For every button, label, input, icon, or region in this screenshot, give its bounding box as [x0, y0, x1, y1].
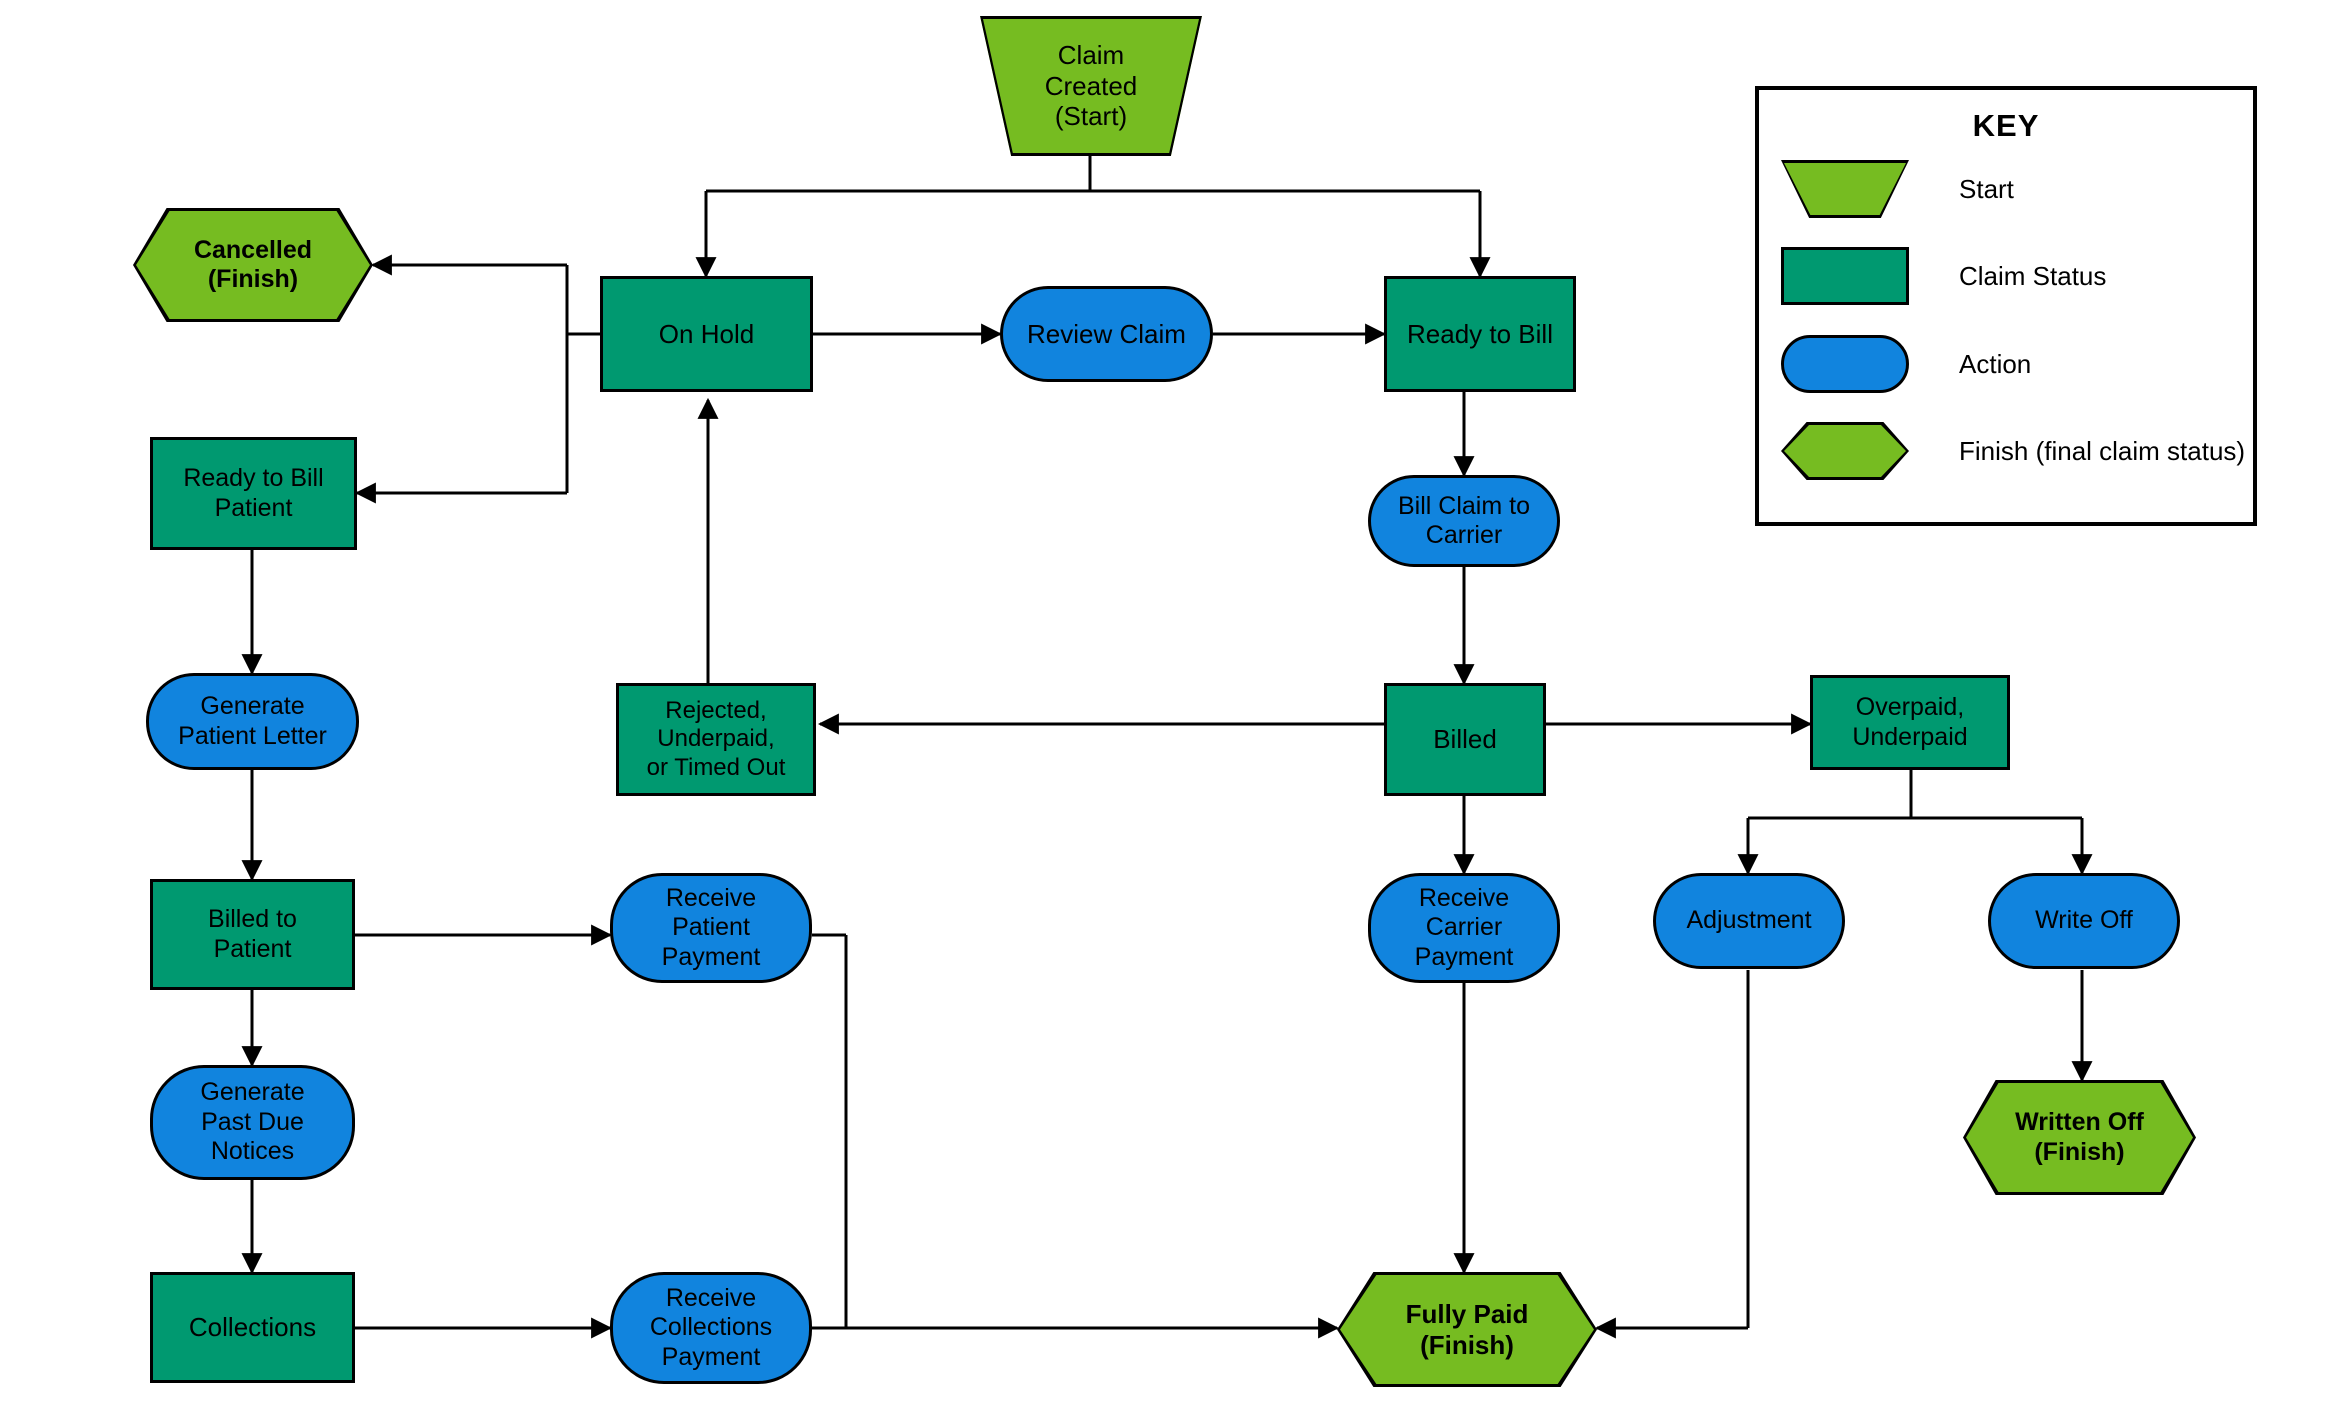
node-write-off-label: Write Off [2035, 906, 2133, 935]
node-claim-created[interactable]: Claim Created (Start) [980, 16, 1202, 156]
node-rejected-underpaid-timed-out[interactable]: Rejected, Underpaid, or Timed Out [616, 683, 816, 796]
node-receive-patient-payment-label: Receive Patient Payment [661, 883, 761, 971]
node-bill-claim-to-carrier-label: Bill Claim to Carrier [1398, 491, 1530, 550]
node-cancelled-label: Cancelled (Finish) [193, 235, 313, 294]
node-receive-collections-payment[interactable]: Receive Collections Payment [610, 1272, 812, 1384]
node-collections-label: Collections [188, 1312, 317, 1343]
legend-row-start: Start [1781, 158, 2241, 220]
legend-stadium-icon [1781, 335, 1909, 393]
legend-hexagon-icon [1781, 422, 1909, 480]
node-claim-created-label: Claim Created (Start) [1044, 39, 1138, 132]
legend-label-finish: Finish (final claim status) [1959, 435, 2246, 466]
node-generate-patient-letter-label: Generate Patient Letter [178, 692, 327, 750]
legend-rectangle-icon [1781, 247, 1909, 305]
node-collections[interactable]: Collections [150, 1272, 355, 1383]
node-rejected-underpaid-timed-out-label: Rejected, Underpaid, or Timed Out [646, 697, 786, 781]
legend-trapezoid-icon [1781, 160, 1909, 218]
node-ready-to-bill[interactable]: Ready to Bill [1384, 276, 1576, 392]
node-write-off[interactable]: Write Off [1988, 873, 2180, 969]
node-adjustment[interactable]: Adjustment [1653, 873, 1845, 969]
node-cancelled[interactable]: Cancelled (Finish) [133, 208, 373, 322]
node-review-claim-label: Review Claim [1027, 318, 1186, 349]
legend-title: KEY [1972, 108, 2040, 143]
legend-box: KEY Start Claim Status Action Finish (fi… [1755, 86, 2257, 526]
node-review-claim[interactable]: Review Claim [1000, 286, 1213, 382]
node-generate-past-due-notices-label: Generate Past Due Notices [200, 1078, 305, 1166]
node-adjustment-label: Adjustment [1686, 906, 1812, 935]
node-billed-to-patient-label: Billed to Patient [208, 905, 297, 963]
node-overpaid-underpaid[interactable]: Overpaid, Underpaid [1810, 675, 2010, 770]
legend-label-start: Start [1959, 173, 2014, 204]
node-generate-past-due-notices[interactable]: Generate Past Due Notices [150, 1065, 355, 1180]
node-receive-patient-payment[interactable]: Receive Patient Payment [610, 873, 812, 983]
node-fully-paid-label: Fully Paid (Finish) [1405, 1298, 1529, 1360]
node-receive-collections-payment-label: Receive Collections Payment [649, 1283, 773, 1371]
node-billed-label: Billed [1433, 724, 1497, 755]
node-written-off[interactable]: Written Off (Finish) [1963, 1080, 2196, 1195]
node-overpaid-underpaid-label: Overpaid, Underpaid [1852, 693, 1968, 751]
node-on-hold[interactable]: On Hold [600, 276, 813, 392]
node-ready-to-bill-label: Ready to Bill [1407, 318, 1553, 349]
flowchart-canvas: Claim Created (Start) Cancelled (Finish)… [0, 0, 2330, 1426]
node-on-hold-label: On Hold [658, 318, 755, 349]
node-generate-patient-letter[interactable]: Generate Patient Letter [146, 673, 359, 770]
legend-row-claim-status: Claim Status [1781, 245, 2241, 307]
node-receive-carrier-payment[interactable]: Receive Carrier Payment [1368, 873, 1560, 983]
legend-label-action: Action [1959, 348, 2032, 379]
node-bill-claim-to-carrier[interactable]: Bill Claim to Carrier [1368, 475, 1560, 567]
node-fully-paid[interactable]: Fully Paid (Finish) [1337, 1272, 1597, 1387]
legend-row-finish: Finish (final claim status) [1781, 420, 2245, 482]
node-billed-to-patient[interactable]: Billed to Patient [150, 879, 355, 990]
node-ready-to-bill-patient-label: Ready to Bill Patient [183, 464, 324, 522]
node-receive-carrier-payment-label: Receive Carrier Payment [1414, 883, 1514, 971]
node-billed[interactable]: Billed [1384, 683, 1546, 796]
node-ready-to-bill-patient[interactable]: Ready to Bill Patient [150, 437, 357, 550]
node-written-off-label: Written Off (Finish) [2015, 1108, 2144, 1166]
legend-label-claim-status: Claim Status [1959, 260, 2107, 291]
legend-row-action: Action [1781, 333, 2241, 395]
